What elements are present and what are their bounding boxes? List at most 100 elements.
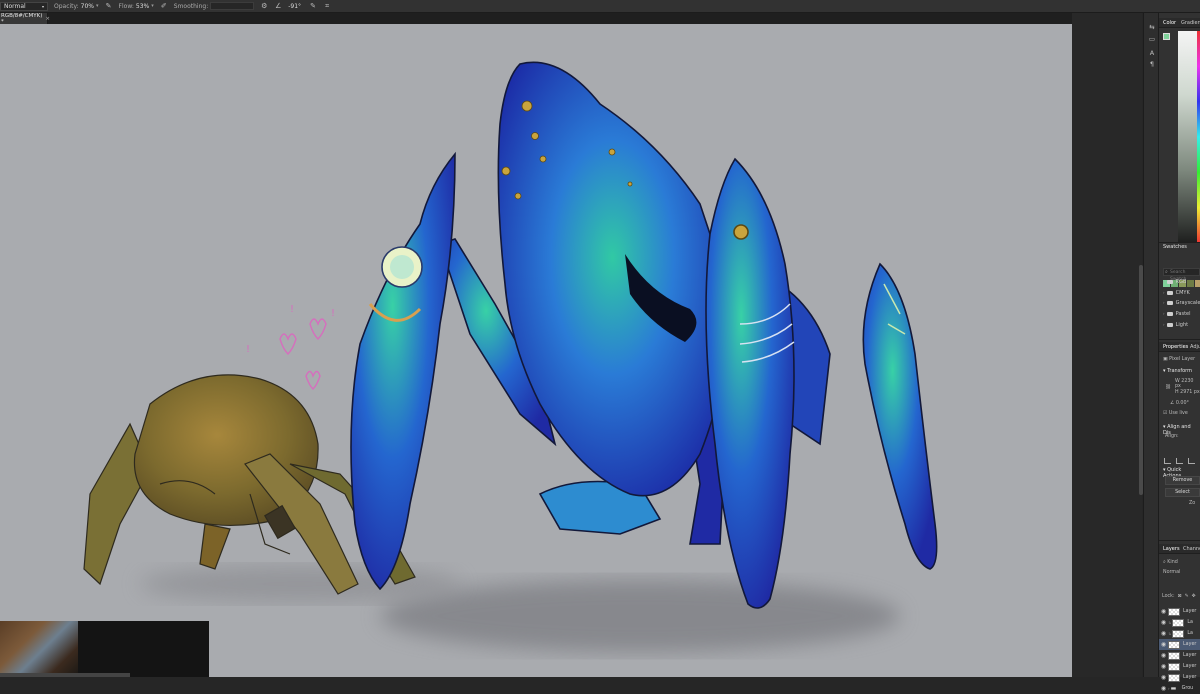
swatch-group-label: RGB — [1175, 279, 1187, 285]
lock-row: Lock: ⊠ ✎ ✥ — [1162, 594, 1196, 599]
swatch-group-label: Pastel — [1175, 311, 1191, 317]
pressure-size-icon[interactable]: ✎ — [309, 2, 317, 10]
layer-row[interactable]: ◉ › ▬ Grou — [1159, 683, 1200, 694]
visibility-eye-icon[interactable]: ◉ — [1159, 641, 1168, 648]
layer-kind-filter[interactable]: ⌕ Kind — [1163, 559, 1178, 565]
tab-color[interactable]: Color — [1159, 18, 1176, 28]
angle-field[interactable]: ∠ 0.00° — [1170, 401, 1189, 406]
layer-row[interactable]: ◉ Layer — [1159, 661, 1200, 672]
ground-shadow — [140, 566, 900, 652]
doodle-mark: ! — [331, 308, 335, 319]
large-blue-creature — [350, 61, 938, 609]
lock-label: Lock: — [1162, 594, 1175, 599]
layer-thumbnail — [1168, 651, 1180, 660]
paragraph-icon[interactable]: ¶ — [1148, 60, 1156, 68]
use-live-checkbox[interactable]: ☑ Use live — [1163, 411, 1188, 416]
align-center-icon[interactable] — [1176, 458, 1183, 464]
document-tab[interactable]: RGB/8#/CMYK) * × — [0, 13, 50, 25]
lock-move-icon[interactable]: ✥ — [1192, 594, 1196, 599]
flow-dropdown-icon[interactable]: ▾ — [151, 3, 154, 9]
tab-layers[interactable]: Layers — [1159, 544, 1180, 554]
swatch-group[interactable]: › Pastel — [1163, 309, 1191, 319]
swatch-group-label: Grayscale — [1175, 300, 1200, 306]
swatch-group[interactable]: › Light — [1163, 320, 1188, 330]
smoothing-label: Smoothing: — [173, 2, 209, 10]
chevron-right-icon[interactable]: › — [1168, 686, 1170, 691]
swatch[interactable] — [1187, 280, 1194, 287]
layer-name: La — [1187, 620, 1193, 625]
folder-icon — [1166, 312, 1173, 316]
swatches-search-input[interactable]: ⌕ Search Swatch — [1163, 268, 1200, 282]
visibility-eye-icon[interactable]: ◉ — [1159, 685, 1168, 692]
height-field[interactable]: H 2971 px — [1175, 390, 1200, 395]
swatch-group[interactable]: › RGB — [1163, 277, 1186, 287]
folder-icon — [1166, 291, 1173, 295]
layer-row[interactable]: ◉ Layer — [1159, 606, 1200, 617]
layer-name: La — [1187, 631, 1193, 636]
width-field[interactable]: W 2230 px — [1175, 379, 1200, 389]
doodle-hearts — [279, 318, 327, 390]
clip-arrow-icon: ↳ — [1168, 631, 1172, 636]
layer-thumbnail — [1172, 618, 1185, 627]
tab-channels[interactable]: Channe — [1179, 544, 1200, 554]
blend-mode-select[interactable]: Normal ▾ — [0, 1, 48, 11]
gear-icon[interactable]: ⚙ — [260, 2, 268, 10]
layer-name: Layer — [1183, 653, 1197, 658]
swatch-group[interactable]: › CMYK — [1163, 288, 1190, 298]
flow-value[interactable]: 53% — [136, 3, 149, 10]
align-left-icon[interactable] — [1164, 458, 1171, 464]
pixel-layer-text: Pixel Layer — [1169, 357, 1196, 362]
foreground-color-swatch[interactable] — [1163, 33, 1170, 40]
history-icon[interactable]: ⇆ — [1148, 23, 1156, 31]
document-canvas[interactable]: ! ! ! — [0, 24, 1072, 677]
align-label: Align: — [1165, 434, 1179, 439]
lock-paint-icon[interactable]: ✎ — [1185, 594, 1189, 599]
close-icon[interactable]: × — [45, 16, 50, 22]
visibility-eye-icon[interactable]: ◉ — [1159, 652, 1168, 659]
transform-title[interactable]: ▾ Transform — [1163, 368, 1192, 374]
opacity-value[interactable]: 70% — [81, 3, 94, 10]
character-icon[interactable]: A — [1148, 49, 1156, 57]
brush-angle-value[interactable]: -91° — [288, 3, 301, 10]
layer-row[interactable]: ◉ ↳ La — [1159, 617, 1200, 628]
layer-thumbnail — [1168, 607, 1180, 616]
align-right-icon[interactable] — [1188, 458, 1195, 464]
color-panel-tabs: Color Gradient — [1159, 18, 1200, 28]
select-subject-button[interactable]: Select — [1165, 488, 1200, 497]
layer-blend-mode-select[interactable]: Normal — [1163, 570, 1180, 575]
tab-properties[interactable]: Properties — [1159, 342, 1188, 352]
visibility-eye-icon[interactable]: ◉ — [1159, 619, 1168, 626]
lock-transparency-icon[interactable]: ⊠ — [1178, 594, 1182, 599]
layer-name: Layer — [1183, 664, 1197, 669]
tab-gradients[interactable]: Gradient — [1177, 18, 1200, 28]
panel-icon-strip: ⇆ ▭ A ¶ — [1143, 13, 1159, 677]
chevron-right-icon: › — [1163, 290, 1165, 295]
pressure-opacity-icon[interactable]: ✎ — [105, 2, 113, 10]
opacity-dropdown-icon[interactable]: ▾ — [96, 3, 99, 9]
layer-row[interactable]: ◉ Layer — [1159, 650, 1200, 661]
visibility-eye-icon[interactable]: ◉ — [1159, 663, 1168, 670]
document-tab-bar: RGB/8#/CMYK) * × — [0, 13, 1072, 25]
visibility-eye-icon[interactable]: ◉ — [1159, 630, 1168, 637]
tab-adjustments[interactable]: Adju — [1186, 342, 1200, 352]
swatch-group-label: CMYK — [1175, 290, 1190, 296]
layer-thumbnail — [1168, 662, 1180, 671]
swatches-title: Swatches — [1163, 244, 1187, 250]
airbrush-icon[interactable]: ✐ — [160, 2, 168, 10]
comment-icon[interactable]: ▭ — [1148, 35, 1156, 43]
layer-row[interactable]: ◉ Layer — [1159, 639, 1200, 650]
layer-name: Grou — [1181, 686, 1194, 691]
symmetry-icon[interactable]: ⌗ — [323, 2, 331, 10]
swatch-group[interactable]: › Grayscale — [1163, 298, 1200, 308]
layer-row[interactable]: ◉ Layer — [1159, 672, 1200, 683]
swatch[interactable] — [1195, 280, 1200, 287]
kind-label: Kind — [1167, 560, 1178, 565]
link-icon[interactable]: ⛓ — [1165, 385, 1171, 390]
reference-thumbnail[interactable] — [0, 621, 209, 677]
smoothing-input[interactable] — [210, 2, 255, 10]
visibility-eye-icon[interactable]: ◉ — [1159, 608, 1168, 615]
visibility-eye-icon[interactable]: ◉ — [1159, 674, 1168, 681]
remove-background-button[interactable]: Remove — [1165, 476, 1200, 485]
layer-row[interactable]: ◉ ↳ La — [1159, 628, 1200, 639]
quick-actions-more[interactable]: Zo — [1189, 501, 1195, 506]
